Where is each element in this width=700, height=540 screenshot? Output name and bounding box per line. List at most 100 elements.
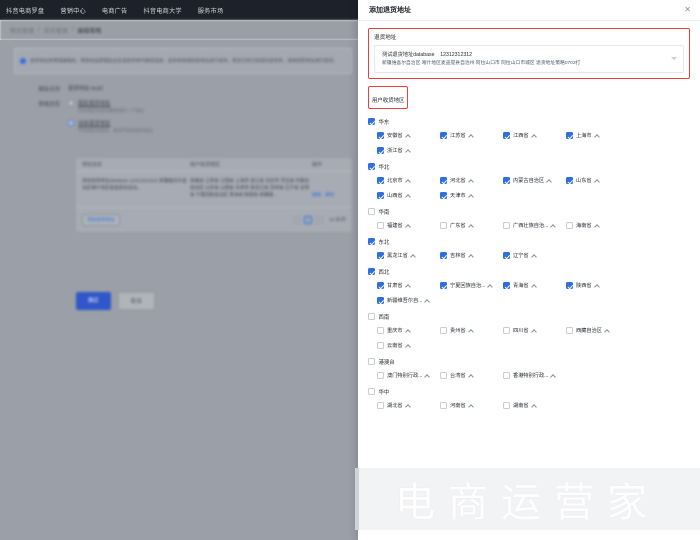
- province-item[interactable]: 新疆维吾尔自...: [377, 293, 440, 308]
- checkbox-province[interactable]: [377, 402, 384, 409]
- checkbox-province[interactable]: [377, 177, 384, 184]
- province-item[interactable]: 安徽省: [377, 128, 440, 143]
- province-item[interactable]: 四川省: [503, 323, 566, 338]
- checkbox-province[interactable]: [566, 222, 573, 229]
- province-item[interactable]: 贵州省: [440, 323, 503, 338]
- checkbox-province[interactable]: [503, 177, 510, 184]
- add-return-address-button[interactable]: 添加退货地址: [82, 213, 120, 226]
- topnav-item-0[interactable]: 抖音电商罗盘: [6, 6, 44, 15]
- checkbox-province[interactable]: [440, 282, 447, 289]
- checkbox-province[interactable]: [566, 282, 573, 289]
- chevron-up-icon[interactable]: [469, 224, 473, 228]
- province-item[interactable]: 山东省: [566, 173, 629, 188]
- checkbox-group-dongbei[interactable]: [368, 238, 375, 245]
- radio-fixed-icon[interactable]: [68, 100, 74, 106]
- province-item[interactable]: 北京市: [377, 173, 440, 188]
- checkbox-province[interactable]: [440, 177, 447, 184]
- checkbox-province[interactable]: [566, 177, 573, 184]
- region-group-header[interactable]: 华中: [368, 385, 690, 398]
- radio-option-dynamic[interactable]: 动态退货地址: [68, 119, 153, 127]
- checkbox-province[interactable]: [377, 372, 384, 379]
- region-group-header[interactable]: 西南: [368, 310, 690, 323]
- region-group-header[interactable]: 东北: [368, 235, 690, 248]
- checkbox-group-huabei[interactable]: [368, 163, 375, 170]
- checkbox-province[interactable]: [440, 132, 447, 139]
- chevron-up-icon[interactable]: [532, 329, 536, 333]
- checkbox-group-huanan[interactable]: [368, 208, 375, 215]
- chevron-up-icon[interactable]: [532, 404, 536, 408]
- province-item[interactable]: 台湾省: [440, 368, 503, 383]
- checkbox-group-huazhong[interactable]: [368, 388, 375, 395]
- chevron-up-icon[interactable]: [551, 224, 555, 228]
- checkbox-province[interactable]: [503, 282, 510, 289]
- checkbox-province[interactable]: [503, 327, 510, 334]
- chevron-up-icon[interactable]: [425, 299, 429, 303]
- template-name-value[interactable]: 退货地址-test2: [68, 84, 103, 92]
- chevron-up-icon[interactable]: [406, 284, 410, 288]
- checkbox-group-huadong[interactable]: [368, 118, 375, 125]
- chevron-up-icon[interactable]: [469, 134, 473, 138]
- chevron-up-icon[interactable]: [595, 134, 599, 138]
- checkbox-province[interactable]: [440, 222, 447, 229]
- chevron-up-icon[interactable]: [469, 374, 473, 378]
- region-group-header[interactable]: 西北: [368, 265, 690, 278]
- checkbox-province[interactable]: [566, 327, 573, 334]
- checkbox-province[interactable]: [440, 327, 447, 334]
- chevron-down-icon[interactable]: [671, 57, 677, 61]
- checkbox-province[interactable]: [503, 132, 510, 139]
- region-group-header[interactable]: 华北: [368, 160, 690, 173]
- checkbox-group-gangaotai[interactable]: [368, 358, 375, 365]
- checkbox-province[interactable]: [377, 342, 384, 349]
- chevron-up-icon[interactable]: [425, 374, 429, 378]
- checkbox-province[interactable]: [503, 372, 510, 379]
- chevron-up-icon[interactable]: [406, 149, 410, 153]
- chevron-up-icon[interactable]: [595, 224, 599, 228]
- checkbox-province[interactable]: [440, 192, 447, 199]
- checkbox-province[interactable]: [377, 147, 384, 154]
- checkbox-province[interactable]: [566, 132, 573, 139]
- topnav-item-2[interactable]: 电商广告: [102, 6, 128, 15]
- topnav-item-3[interactable]: 抖音电商大学: [143, 6, 181, 15]
- region-group-header[interactable]: 港澳台: [368, 355, 690, 368]
- province-item[interactable]: 黑龙江省: [377, 248, 440, 263]
- confirm-button[interactable]: 确定: [76, 292, 111, 310]
- province-item[interactable]: 湖北省: [377, 398, 440, 413]
- chevron-up-icon[interactable]: [595, 284, 599, 288]
- topnav-item-4[interactable]: 服务市场: [198, 6, 224, 15]
- province-item[interactable]: 香港特别行政...: [503, 368, 566, 383]
- chevron-up-icon[interactable]: [547, 179, 551, 183]
- chevron-up-icon[interactable]: [532, 284, 536, 288]
- checkbox-province[interactable]: [503, 402, 510, 409]
- province-item[interactable]: 江苏省: [440, 128, 503, 143]
- province-item[interactable]: 澳门特别行政...: [377, 368, 440, 383]
- checkbox-province[interactable]: [440, 372, 447, 379]
- close-icon[interactable]: ✕: [684, 6, 691, 14]
- checkbox-province[interactable]: [377, 282, 384, 289]
- checkbox-province[interactable]: [377, 297, 384, 304]
- delete-link[interactable]: 删除: [325, 192, 334, 199]
- province-item[interactable]: 河北省: [440, 173, 503, 188]
- return-address-select[interactable]: 测试退货地址database 12312312312 新疆维吾尔自治区 喀什地区…: [374, 45, 684, 74]
- checkbox-province[interactable]: [440, 402, 447, 409]
- province-item[interactable]: 吉林省: [440, 248, 503, 263]
- region-group-header[interactable]: 华东: [368, 115, 690, 128]
- checkbox-province[interactable]: [377, 327, 384, 334]
- chevron-up-icon[interactable]: [532, 134, 536, 138]
- chevron-up-icon[interactable]: [411, 254, 415, 258]
- checkbox-province[interactable]: [377, 222, 384, 229]
- province-item[interactable]: 内蒙古自治区: [503, 173, 566, 188]
- province-item[interactable]: 宁夏回族自治...: [440, 278, 503, 293]
- province-item[interactable]: 甘肃省: [377, 278, 440, 293]
- edit-link[interactable]: 编辑: [312, 192, 321, 199]
- province-item[interactable]: 福建省: [377, 218, 440, 233]
- province-item[interactable]: 广西壮族自治...: [503, 218, 566, 233]
- chevron-up-icon[interactable]: [406, 329, 410, 333]
- province-item[interactable]: 海南省: [566, 218, 629, 233]
- checkbox-province[interactable]: [377, 192, 384, 199]
- chevron-up-icon[interactable]: [469, 254, 473, 258]
- chevron-up-icon[interactable]: [532, 254, 536, 258]
- province-item[interactable]: 河南省: [440, 398, 503, 413]
- checkbox-province[interactable]: [503, 252, 510, 259]
- pagination-page-size[interactable]: 10 条/页: [329, 217, 346, 223]
- province-item[interactable]: 青海省: [503, 278, 566, 293]
